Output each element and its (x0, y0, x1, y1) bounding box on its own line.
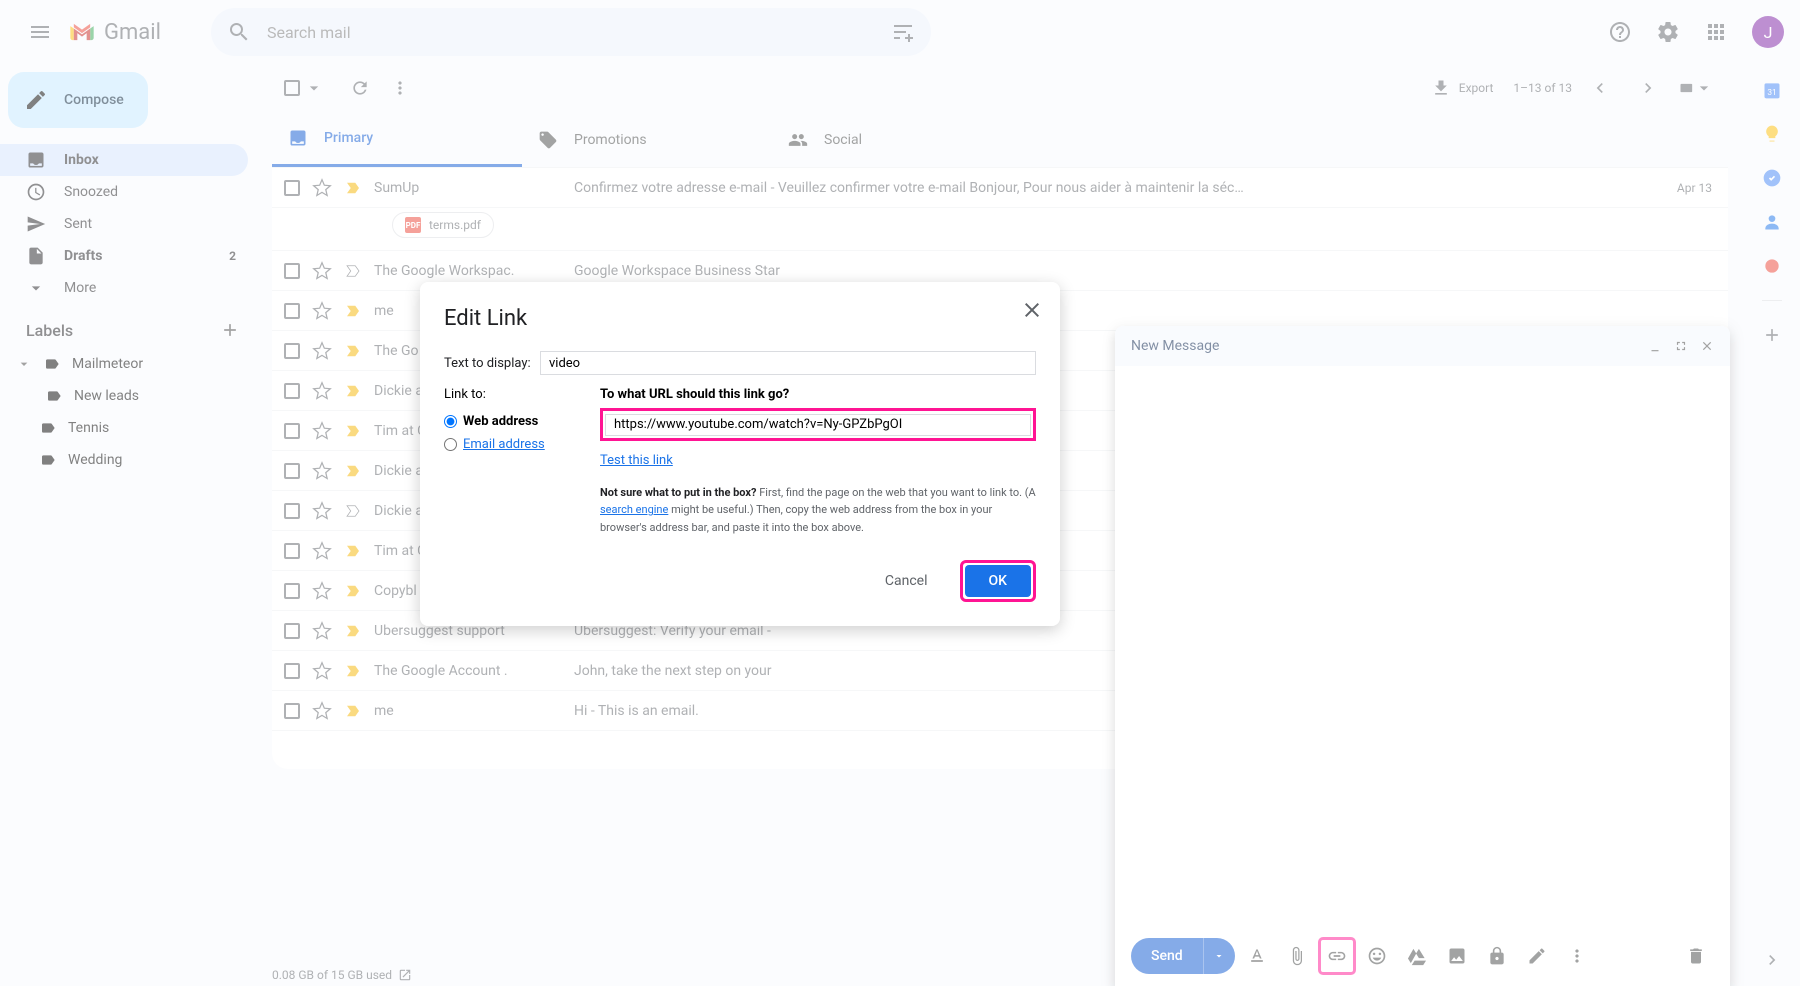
email-address-radio[interactable]: Email address (444, 437, 584, 452)
help-text: Not sure what to put in the box? First, … (600, 484, 1036, 537)
link-to-label: Link to: (444, 387, 584, 402)
url-input[interactable] (605, 414, 1031, 436)
cancel-button[interactable]: Cancel (869, 565, 944, 597)
dialog-title: Edit Link (444, 306, 1036, 331)
search-engine-link[interactable]: search engine (600, 503, 668, 516)
test-link[interactable]: Test this link (600, 453, 673, 468)
url-label: To what URL should this link go? (600, 387, 1036, 402)
text-display-label: Text to display: (444, 356, 540, 371)
web-address-radio[interactable]: Web address (444, 414, 584, 429)
ok-button[interactable]: OK (965, 565, 1032, 597)
text-display-input[interactable] (540, 351, 1036, 375)
dialog-close-button[interactable] (1020, 298, 1044, 326)
edit-link-dialog: Edit Link Text to display: Link to: Web … (420, 282, 1060, 626)
